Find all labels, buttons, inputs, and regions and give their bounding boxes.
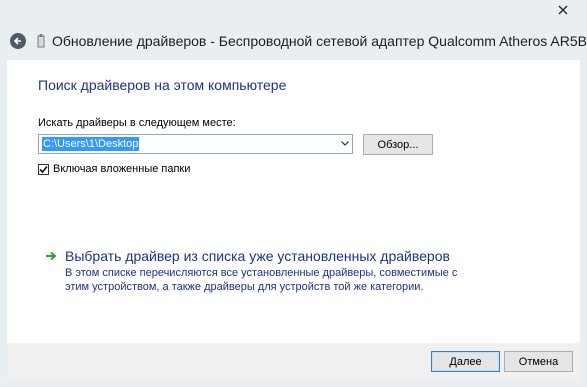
include-subfolders-label[interactable]: Включая вложенные папки [53,163,190,175]
pick-driver-description: В этом списке перечисляются все установл… [65,267,458,293]
footer-bar: Далее Отмена [7,343,580,381]
driver-update-window: Обновление драйверов - Беспроводной сете… [0,0,587,387]
cancel-button[interactable]: Отмена [504,351,573,372]
browse-button[interactable]: Обзор... [363,134,433,155]
search-location-label: Искать драйверы в следующем месте: [38,117,236,129]
window-title: Обновление драйверов - Беспроводной сете… [52,33,587,49]
path-value[interactable]: C:\Users\1\Desktop [42,137,140,151]
network-adapter-icon [37,34,45,48]
close-icon [558,5,568,15]
title-bar: Обновление драйверов - Беспроводной сете… [0,0,587,60]
checkmark-icon [39,165,48,174]
pick-driver-link[interactable]: Выбрать драйвер из списка уже установлен… [65,248,450,264]
content-panel: Поиск драйверов на этом компьютере Искат… [7,60,580,343]
back-button[interactable] [10,33,26,49]
page-heading: Поиск драйверов на этом компьютере [38,77,287,93]
chevron-down-icon[interactable] [341,141,349,146]
path-combobox[interactable]: C:\Users\1\Desktop [38,134,353,154]
next-button[interactable]: Далее [431,351,500,372]
back-arrow-icon [13,37,21,45]
green-arrow-icon[interactable] [45,250,57,262]
include-subfolders-checkbox[interactable] [38,164,49,175]
close-button[interactable] [551,0,575,20]
